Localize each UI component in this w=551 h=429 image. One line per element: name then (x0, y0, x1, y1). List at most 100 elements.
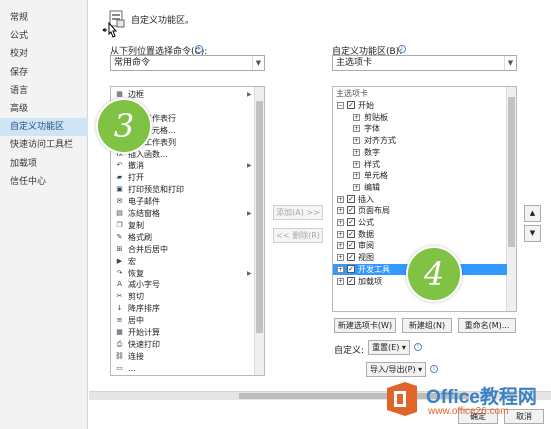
redo-icon: ↷ (116, 268, 123, 277)
expand-icon[interactable]: + (353, 125, 360, 133)
expand-icon[interactable]: + (337, 207, 344, 215)
chevron-down-icon: ▼ (252, 56, 264, 70)
new-tab-button[interactable]: 新建选项卡(W) (334, 318, 396, 333)
step-badge-4: 4 (406, 246, 462, 302)
nav-item[interactable]: 快速访问工具栏 (0, 136, 88, 154)
command-list-item[interactable]: ✎ 格式刷 (111, 232, 254, 243)
nav-item[interactable]: 加载项 (0, 155, 88, 173)
command-list-item[interactable]: ⛓ 连接 (111, 351, 254, 362)
expand-icon[interactable]: + (353, 172, 360, 180)
nav-item[interactable]: 信任中心 (0, 173, 88, 191)
command-list-item[interactable]: ⎙ 快速打印 (111, 339, 254, 350)
nav-item[interactable]: 常规 (0, 9, 88, 27)
copy-icon: ❐ (116, 220, 123, 229)
checkbox[interactable]: ✓ (347, 229, 355, 238)
ribbon-tree-label: 审阅 (358, 241, 374, 251)
command-list-item[interactable]: ▤ 冻结窗格 ▶ (111, 208, 254, 219)
command-list-item[interactable]: ✂ 剪切 (111, 291, 254, 302)
info-icon: i (398, 45, 406, 53)
expand-icon[interactable]: + (353, 148, 360, 156)
command-list-item[interactable]: ▭... (111, 363, 254, 374)
expand-icon[interactable]: + (337, 265, 344, 273)
checkbox[interactable]: ✓ (347, 276, 355, 285)
ribbon-tree-item[interactable]: + 剪贴板 (333, 112, 507, 123)
watermark-name: Office教程网 (426, 387, 537, 408)
checkbox[interactable]: ✓ (347, 206, 355, 215)
ribbon-tree-item[interactable]: − ✓ 开始 (333, 100, 507, 111)
cancel-button[interactable]: 取消 (504, 409, 544, 424)
ribbon-tree-item[interactable]: + 样式 (333, 159, 507, 170)
nav-item[interactable]: 高级 (0, 100, 88, 118)
expand-icon[interactable]: + (337, 219, 344, 226)
undo-icon: ↶ (116, 161, 123, 170)
commands-scrollbar[interactable] (254, 87, 264, 375)
import-export-button[interactable]: 导入/导出(P) ▾ (366, 362, 426, 377)
command-list-item[interactable]: ≡ 居中 (111, 315, 254, 326)
expand-icon[interactable]: + (337, 195, 344, 203)
ribbon-tree-item[interactable]: + 编辑 (333, 182, 507, 193)
expand-icon[interactable]: + (353, 113, 360, 121)
nav-item[interactable]: 校对 (0, 45, 88, 63)
nav-item[interactable]: 公式 (0, 27, 88, 45)
ribbon-tree-label: 视图 (358, 253, 374, 263)
ribbon-tree-item[interactable]: + ✓ 数据 (333, 229, 507, 240)
submenu-arrow-icon: ▶ (247, 210, 252, 217)
expand-icon[interactable]: + (353, 137, 360, 145)
command-list-item[interactable]: ▣ 打印预览和打印 (111, 184, 254, 195)
ribbon-tree-item[interactable]: + 对齐方式 (333, 135, 507, 146)
calculate-now-icon: ▦ (116, 328, 123, 336)
expand-icon[interactable]: + (353, 183, 360, 191)
checkbox[interactable]: ✓ (347, 194, 355, 203)
ribbon-tabs-select[interactable]: 主选项卡 ▼ (332, 55, 517, 71)
checkbox[interactable]: ✓ (347, 253, 355, 262)
nav-item[interactable]: 保存 (0, 64, 88, 82)
ribbon-tree-item[interactable]: + ✓ 插入 (333, 194, 507, 205)
nav-item[interactable]: 语言 (0, 82, 88, 100)
checkbox[interactable]: ✓ (347, 264, 355, 273)
checkbox[interactable]: ✓ (347, 218, 355, 226)
ribbon-tree-item[interactable]: + 字体 (333, 123, 507, 134)
checkbox[interactable]: ✓ (347, 101, 355, 109)
command-list-item[interactable]: ↓ 降序排序 (111, 303, 254, 314)
reset-button[interactable]: 重置(E) ▾ (368, 340, 410, 355)
ribbon-tree-label: 插入 (358, 194, 374, 204)
command-source-select[interactable]: 常用命令 ▼ (110, 55, 265, 71)
merge-center-icon: ⊞ (116, 244, 123, 253)
command-list-item[interactable]: A 减小字号 (111, 279, 254, 290)
command-list-item[interactable]: ▰ 打开 (111, 172, 254, 183)
scroll-thumb[interactable] (508, 97, 515, 247)
ribbon-tree-item[interactable]: + 数字 (333, 147, 507, 158)
ribbon-tree-scrollbar[interactable] (506, 87, 516, 311)
command-list-item[interactable]: ❐ 复制 (111, 220, 254, 231)
ribbon-tree-item[interactable]: + ✓ 页面布局 (333, 205, 507, 216)
command-list-item[interactable]: ↷ 恢复 ▶ (111, 268, 254, 279)
rename-button[interactable]: 重命名(M)... (458, 318, 516, 333)
command-list-item[interactable]: ✉ 电子邮件 (111, 196, 254, 207)
info-icon: i (414, 343, 422, 351)
collapse-icon[interactable]: − (337, 102, 344, 109)
command-list-item[interactable]: ↶ 撤消 ▶ (111, 160, 254, 171)
command-label: 打印预览和打印 (128, 185, 184, 195)
command-list-item[interactable]: ⊞ 合并后居中 (111, 244, 254, 255)
remove-button[interactable]: << 删除(R) (273, 228, 323, 243)
command-list-item[interactable]: ▦ 开始计算 (111, 327, 254, 338)
expand-icon[interactable]: + (353, 160, 360, 168)
watermark-url: www.office26.com (428, 406, 509, 417)
new-group-button[interactable]: 新建组(N) (402, 318, 452, 333)
expand-icon[interactable]: + (337, 230, 344, 238)
expand-icon[interactable]: + (337, 242, 344, 250)
nav-item[interactable]: 自定义功能区 (0, 118, 88, 137)
checkbox[interactable]: ✓ (347, 241, 355, 250)
command-list-item[interactable]: ▶ 宏 (111, 256, 254, 267)
expand-icon[interactable]: + (337, 277, 344, 285)
submenu-arrow-icon: ▶ (247, 91, 252, 98)
command-label: 格式刷 (128, 232, 152, 242)
add-button[interactable]: 添加(A) >> (273, 205, 323, 220)
move-up-button[interactable]: ▲ (524, 205, 541, 222)
scroll-thumb[interactable] (256, 101, 263, 333)
move-down-button[interactable]: ▼ (524, 225, 541, 242)
expand-icon[interactable]: + (337, 254, 344, 262)
command-label: 减小字号 (128, 280, 160, 290)
ribbon-tree-item[interactable]: + ✓ 公式 (333, 217, 507, 228)
ribbon-tree-item[interactable]: + 单元格 (333, 170, 507, 181)
